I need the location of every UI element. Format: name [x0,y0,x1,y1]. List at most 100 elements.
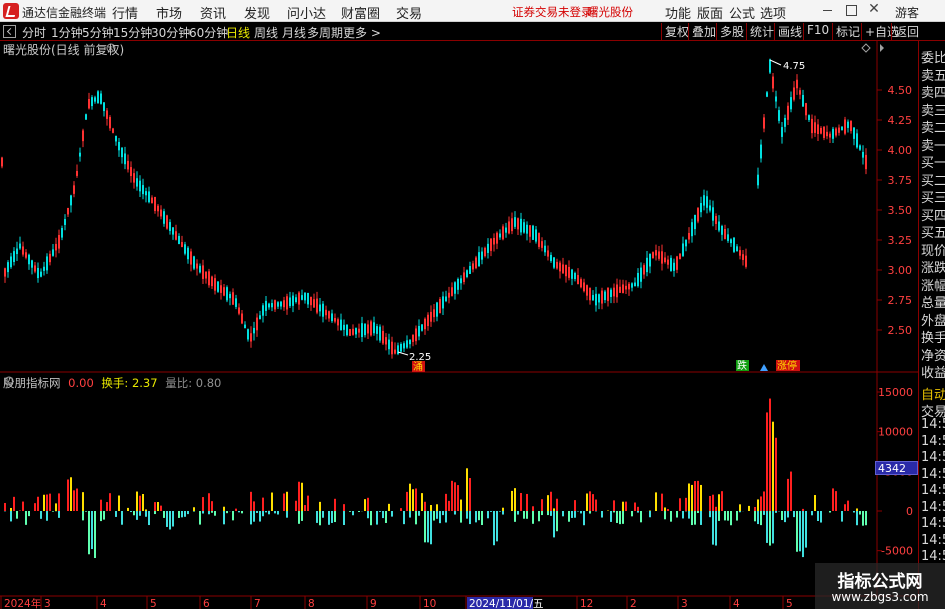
candle-body [481,251,483,260]
candle-body [532,225,534,240]
candle-body [166,215,168,229]
indicator-bar-positive [400,508,402,511]
candle-body [742,254,744,260]
side-lower-item: 14:56 [921,433,945,449]
indicator-bar-negative [115,511,117,517]
indicator-bar-negative [763,511,765,515]
indicator-bar-positive [520,492,522,511]
side-lower-item: 14:56 [921,549,945,564]
indicator-bar-positive [637,506,639,511]
candle-body [226,287,228,301]
candle-body [25,252,27,258]
price-tick-label: 4.50 [888,84,913,97]
side-item[interactable]: 买四 [921,205,945,224]
indicator-bar-negative [718,511,720,521]
candle-body [523,222,525,233]
candle-body [817,124,819,134]
candle-body [355,328,357,335]
candle-body [334,317,336,322]
indicator-bar-positive [445,493,447,511]
indicator-bar-negative [739,511,741,513]
side-item[interactable]: 总量 [921,292,945,311]
side-item[interactable]: 买二 [921,170,945,189]
indicator-bar-negative [568,511,570,522]
indicator-bar-positive [721,491,723,511]
indicator-bar-positive [763,491,765,511]
side-item[interactable]: 外盘 [921,310,945,329]
side-item[interactable]: 买三 [921,187,945,206]
indicator-bar-negative [481,511,483,526]
indicator-bar-positive [712,494,714,511]
candle-body [823,126,825,138]
candle-body [79,152,81,157]
candle-body [787,105,789,120]
candle-body [640,267,642,282]
indicator-tick-label: 0 [906,505,913,518]
indicator-bar-positive [4,502,6,511]
side-item[interactable]: 收益 [921,362,945,381]
time-tick-label: 5 [150,598,157,609]
side-item[interactable]: 卖五 [921,65,945,84]
candle-body [94,97,96,102]
side-item[interactable]: 卖四 [921,82,945,101]
candle-body [670,257,672,272]
time-tick-label: 8 [308,598,315,609]
candle-body [451,287,453,296]
indicator-bar-positive [157,501,159,511]
candle-body [604,291,606,301]
chart-canvas[interactable]: 4.50 4.25 4.00 3.75 3.50 3.25 3.00 2.75 2.50 4.75… [0,0,918,609]
indicator-bar-negative [25,511,27,525]
side-item[interactable]: 卖一 [921,135,945,154]
indicator-bar-negative [187,511,189,515]
indicator-bar-positive [514,488,516,511]
candle-body [571,269,573,279]
indicator-bar-positive [100,499,102,511]
candle-body [724,228,726,240]
candle-body [217,281,219,292]
high-marker-label: 4.75 [783,61,805,72]
candle-body [172,227,174,235]
candle-body [865,154,867,170]
indicator-bar-negative [262,511,264,517]
indicator-bar-positive [34,503,36,511]
side-item[interactable]: 买五 [921,222,945,241]
side-item[interactable]: 卖二 [921,117,945,136]
candle-body [100,93,102,104]
indicator-bar-positive [46,494,48,511]
candle-body [466,270,468,277]
candle-body [214,278,216,291]
indicator-bar-negative [622,511,624,524]
time-tick-label: 2 [630,598,637,609]
indicator-bar-negative [469,511,471,525]
candle-body [286,296,288,310]
side-item[interactable]: 买一 [921,152,945,171]
candle-body [568,266,570,278]
indicator-bar-positive [250,491,252,511]
candle-body [295,297,297,303]
candle-body [265,300,267,311]
candle-body [679,253,681,260]
indicator-bar-positive [127,507,129,511]
candle-body [328,311,330,319]
side-item[interactable]: 涨跌 [921,257,945,276]
indicator-bar-negative [331,511,333,523]
indicator-bar-negative [583,511,585,526]
indicator-bar-negative [409,511,411,518]
side-item[interactable]: 换手 [921,327,945,346]
side-item[interactable]: 净资 [921,345,945,364]
side-item[interactable]: 卖三 [921,100,945,119]
candle-body [595,293,597,306]
indicator-bar-positive [757,499,759,511]
side-item[interactable]: 委比 [921,47,945,66]
candle-body [727,234,729,241]
candle-body [541,241,543,248]
candle-body [109,116,111,129]
side-item[interactable]: 涨幅 [921,275,945,294]
candle-body [835,128,837,136]
candle-body [67,207,69,215]
candle-body [13,251,15,262]
indicator-bar-negative [256,511,258,513]
indicator-bar-negative [241,511,243,514]
side-item[interactable]: 现价 [921,240,945,259]
candle-body [418,325,420,337]
